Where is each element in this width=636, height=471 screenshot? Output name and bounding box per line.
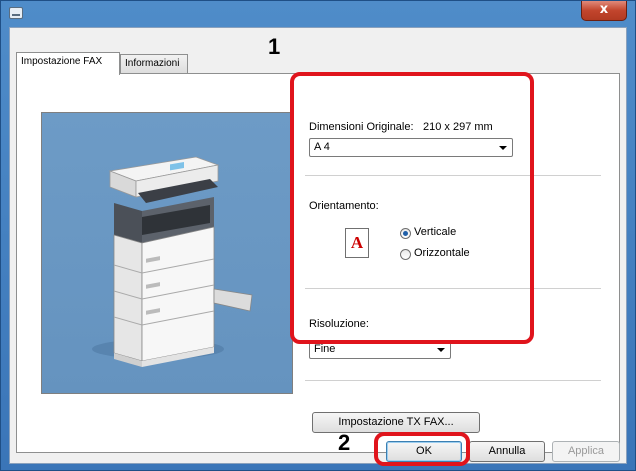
tab-panel: Dimensioni Originale: 210 x 297 mm A 4 O… [16,73,620,453]
printer-app-icon [9,7,23,19]
ok-button[interactable]: OK [386,441,462,462]
radio-verticale-label[interactable]: Verticale [414,226,456,238]
apply-button: Applica [552,441,620,462]
resolution-select[interactable]: Fine [309,340,451,359]
separator [305,380,601,381]
tab-label: Informazioni [125,58,180,69]
portrait-orientation-icon: A [345,228,369,258]
resolution-select-value: Fine [314,343,336,355]
separator [305,288,601,289]
callout-number-2: 2 [338,430,351,455]
orientation-label: Orientamento: [309,200,379,212]
dialog-window: x Impostazione FAX Informazioni Dimensio… [0,0,636,471]
radio-orizzontale-label[interactable]: Orizzontale [414,247,470,259]
title-bar[interactable]: x [1,1,635,27]
tab-label: Impostazione FAX [21,56,103,67]
multifunction-printer-image [92,156,253,367]
chevron-down-icon [499,146,507,150]
original-size-select[interactable]: A 4 [309,138,513,157]
original-size-label: Dimensioni Originale: [309,121,414,133]
radio-orizzontale[interactable] [400,249,411,260]
tab-informazioni[interactable]: Informazioni [120,54,188,74]
tab-impostazione-fax[interactable]: Impostazione FAX [16,52,120,75]
resolution-label: Risoluzione: [309,318,369,330]
callout-number-1: 1 [268,34,281,59]
dialog-client-area: Impostazione FAX Informazioni Dimensioni… [9,27,627,464]
printer-preview [41,112,293,394]
close-button[interactable]: x [581,1,627,21]
original-size-value: 210 x 297 mm [423,121,493,133]
separator [305,175,601,176]
radio-verticale[interactable] [400,228,411,239]
cancel-button[interactable]: Annulla [469,441,545,462]
close-icon: x [599,2,609,17]
chevron-down-icon [437,348,445,352]
original-size-select-value: A 4 [314,141,330,153]
